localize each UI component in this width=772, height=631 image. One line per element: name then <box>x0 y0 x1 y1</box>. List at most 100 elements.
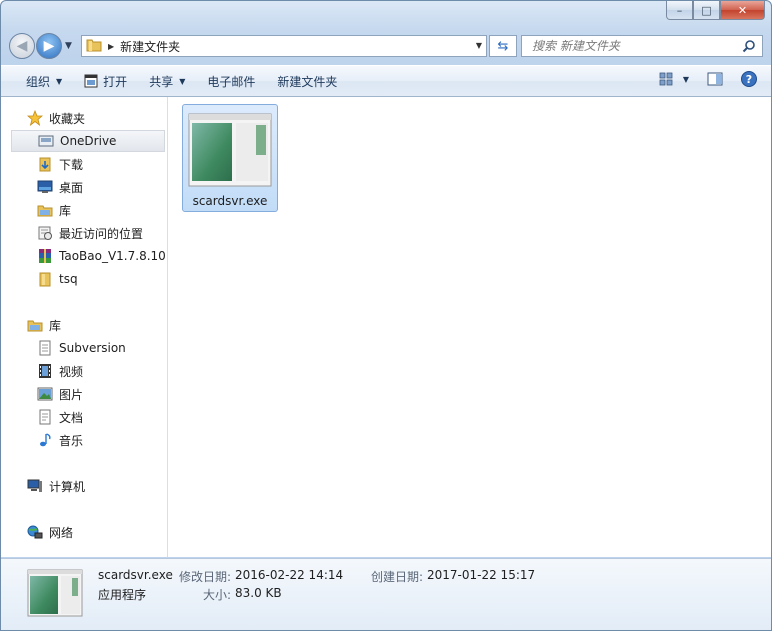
computer-icon <box>27 478 43 494</box>
pictures-icon <box>37 386 53 402</box>
nav-videos[interactable]: 视频 <box>11 360 165 382</box>
nav-downloads[interactable]: 下载 <box>11 153 165 175</box>
help-icon: ? <box>741 71 757 87</box>
nav-network[interactable]: 网络 <box>11 521 165 543</box>
breadcrumb-separator-icon[interactable]: ▶ <box>108 42 114 51</box>
archive-icon <box>37 248 53 264</box>
folder-icon <box>86 38 102 55</box>
nav-label: 最近访问的位置 <box>59 226 144 241</box>
help-button[interactable]: ? <box>741 71 757 87</box>
change-view-button[interactable]: ▼ <box>659 72 689 86</box>
new-folder-label: 新建文件夹 <box>277 74 338 89</box>
nav-label: 收藏夹 <box>49 111 86 126</box>
created-label: 创建日期: <box>371 570 424 584</box>
search-icon[interactable] <box>742 39 756 56</box>
organize-button[interactable]: 组织 ▼ <box>17 70 71 92</box>
nav-pictures[interactable]: 图片 <box>11 383 165 405</box>
maximize-button[interactable]: □ <box>693 1 720 20</box>
address-bar[interactable]: ▶ 新建文件夹 ▼ <box>81 35 487 57</box>
chevron-down-icon: ▼ <box>179 76 186 86</box>
nav-tsq[interactable]: tsq <box>11 268 165 290</box>
created-value: 2017-01-22 15:17 <box>427 568 536 582</box>
details-filename: scardsvr.exe <box>98 568 173 582</box>
nav-label: 文档 <box>59 410 84 425</box>
recent-places-icon <box>37 225 53 241</box>
search-input[interactable] <box>530 36 739 56</box>
share-label: 共享 <box>149 74 174 89</box>
navigation-pane: 收藏夹 OneDrive 下载 桌面 库 最近访问的位置 TaoBao_V1.7… <box>1 97 168 557</box>
nav-label: TaoBao_V1.7.8.10_ <box>59 249 165 263</box>
caption-buttons: – □ ✕ <box>666 1 765 21</box>
video-icon <box>37 363 53 379</box>
nav-libraries[interactable]: 库 <box>11 314 165 336</box>
application-icon <box>188 113 272 187</box>
organize-label: 组织 <box>26 74 51 89</box>
file-name: scardsvr.exe <box>192 194 268 208</box>
open-button[interactable]: 打开 <box>75 70 136 92</box>
library-icon <box>27 317 43 333</box>
nav-label: OneDrive <box>60 134 117 148</box>
size-label: 大小: <box>203 588 232 602</box>
network-icon <box>27 524 43 540</box>
nav-label: 视频 <box>59 364 84 379</box>
arrow-right-icon: ▶ <box>43 38 55 54</box>
open-icon <box>84 74 98 88</box>
view-icon <box>659 72 673 86</box>
email-label: 电子邮件 <box>207 74 256 89</box>
email-button[interactable]: 电子邮件 <box>198 70 264 92</box>
file-item[interactable]: scardsvr.exe <box>182 104 278 212</box>
view-controls: ▼ ? <box>647 71 757 87</box>
document-library-icon <box>37 340 53 356</box>
close-button[interactable]: ✕ <box>720 1 765 20</box>
nav-library[interactable]: 库 <box>11 199 165 221</box>
file-list[interactable]: scardsvr.exe <box>168 97 771 557</box>
new-folder-button[interactable]: 新建文件夹 <box>268 70 346 92</box>
navigation-buttons: ◀ ▶ ▼ <box>9 32 72 60</box>
recent-pages-button[interactable]: ▼ <box>65 41 72 51</box>
modified-label: 修改日期: <box>179 570 232 584</box>
library-icon <box>37 202 53 218</box>
onedrive-icon <box>38 133 54 149</box>
folder-icon <box>37 271 53 287</box>
desktop-icon <box>37 179 53 195</box>
explorer-window: – □ ✕ ◀ ▶ ▼ ▶ 新建文件夹 ▼ ⇆ 组织 ▼ 打开 共享 ▼ 电子邮件 … <box>0 0 772 631</box>
downloads-folder-icon <box>37 156 53 172</box>
nav-subversion[interactable]: Subversion <box>11 337 165 359</box>
nav-documents[interactable]: 文档 <box>11 406 165 428</box>
chevron-down-icon: ▼ <box>65 41 72 51</box>
nav-label: 音乐 <box>59 433 84 448</box>
nav-label: 网络 <box>49 525 74 540</box>
star-icon <box>27 110 43 126</box>
nav-label: Subversion <box>59 341 126 355</box>
share-button[interactable]: 共享 ▼ <box>140 70 194 92</box>
details-type: 应用程序 <box>98 588 147 602</box>
forward-button[interactable]: ▶ <box>36 33 62 59</box>
nav-music[interactable]: 音乐 <box>11 429 165 451</box>
refresh-button[interactable]: ⇆ <box>489 35 517 57</box>
open-label: 打开 <box>103 74 128 89</box>
nav-taobao[interactable]: TaoBao_V1.7.8.10_ <box>11 245 165 267</box>
search-box[interactable] <box>521 35 763 57</box>
minimize-button[interactable]: – <box>666 1 693 20</box>
nav-computer[interactable]: 计算机 <box>11 475 165 497</box>
address-dropdown-icon[interactable]: ▼ <box>476 41 482 50</box>
preview-pane-button[interactable] <box>707 72 723 86</box>
arrow-left-icon: ◀ <box>16 38 28 54</box>
nav-favorites[interactable]: 收藏夹 <box>11 107 165 129</box>
command-bar: 组织 ▼ 打开 共享 ▼ 电子邮件 新建文件夹 ▼ ? <box>1 65 771 97</box>
nav-onedrive[interactable]: OneDrive <box>11 130 165 152</box>
nav-label: 库 <box>59 203 72 218</box>
documents-icon <box>37 409 53 425</box>
preview-pane-icon <box>707 72 723 86</box>
size-value: 83.0 KB <box>235 586 282 600</box>
nav-label: 下载 <box>59 157 84 172</box>
nav-recent-places[interactable]: 最近访问的位置 <box>11 222 165 244</box>
nav-desktop[interactable]: 桌面 <box>11 176 165 198</box>
nav-label: 库 <box>49 318 62 333</box>
svg-text:?: ? <box>746 73 752 86</box>
breadcrumb-item[interactable]: 新建文件夹 <box>120 38 180 55</box>
back-button[interactable]: ◀ <box>9 33 35 59</box>
application-icon <box>27 569 83 617</box>
nav-label: tsq <box>59 272 78 286</box>
chevron-down-icon: ▼ <box>56 76 63 86</box>
